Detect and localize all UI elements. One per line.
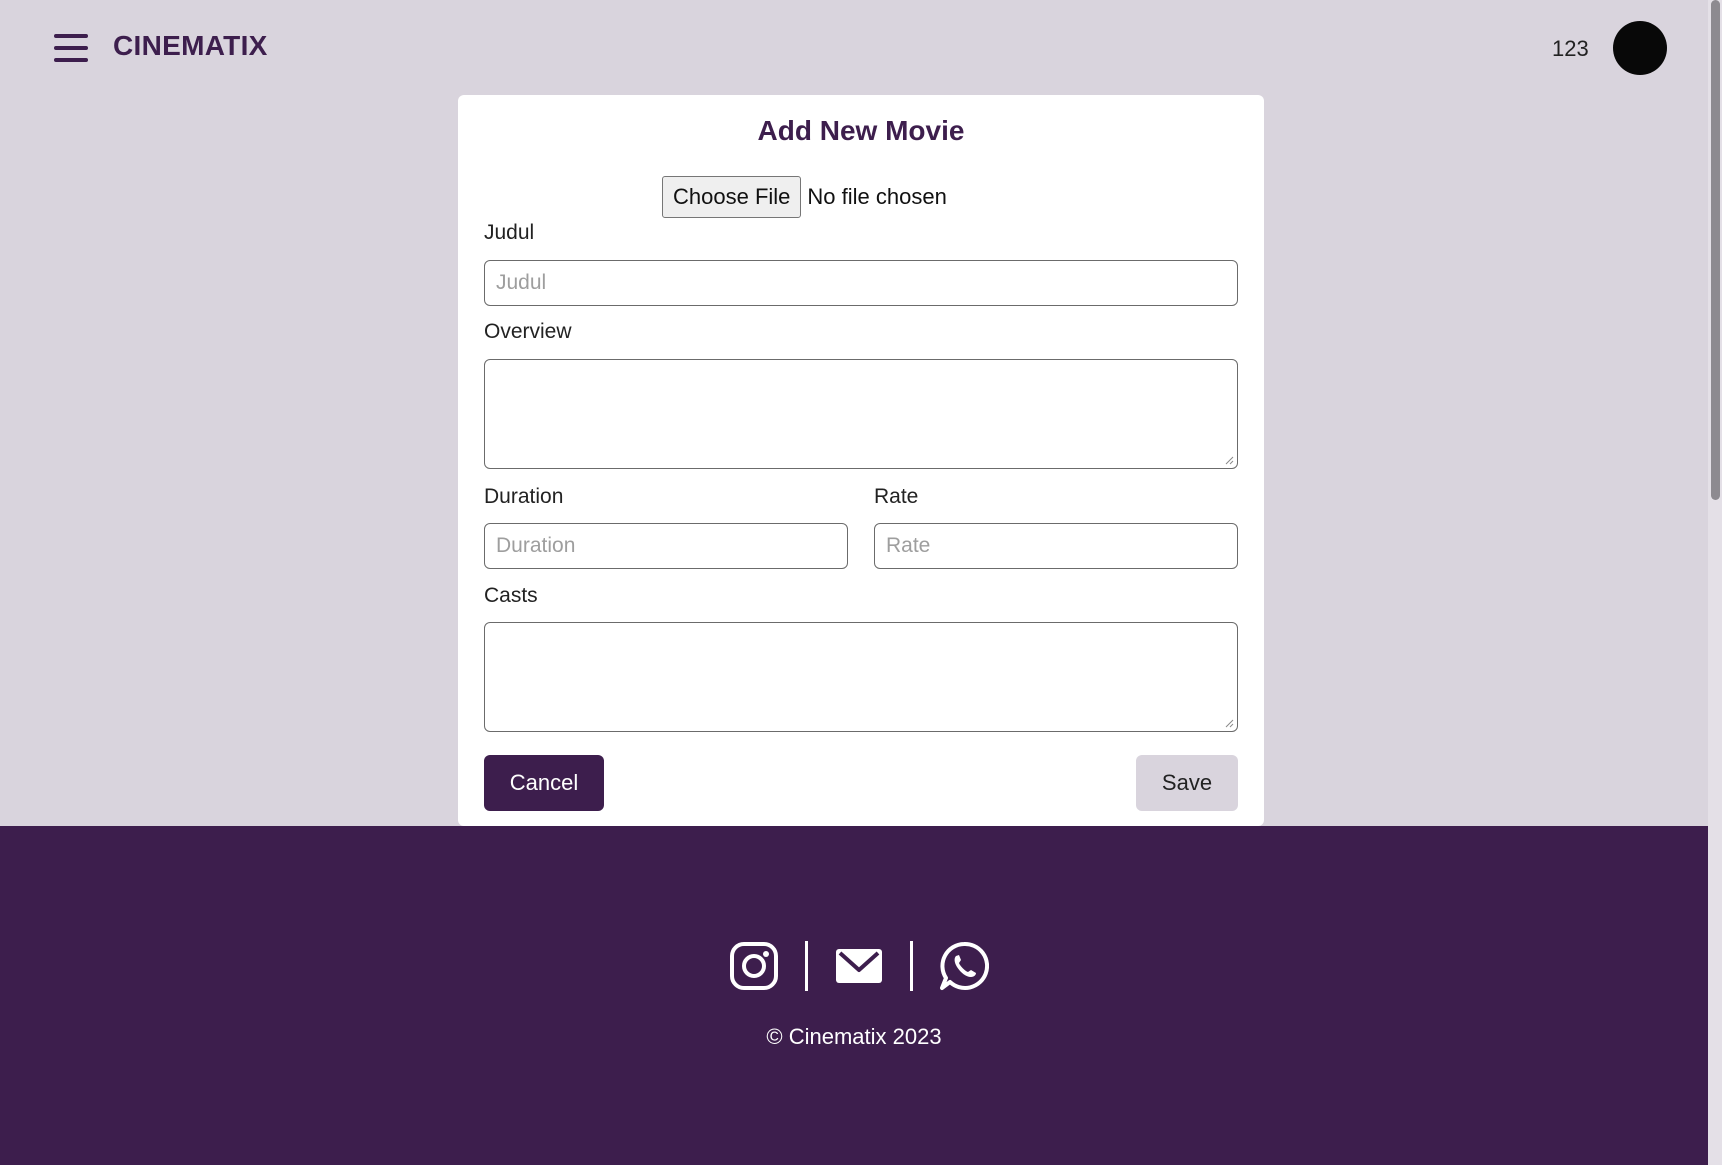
- instagram-icon[interactable]: [728, 940, 780, 992]
- hamburger-line: [54, 46, 88, 50]
- whatsapp-icon[interactable]: [938, 940, 990, 992]
- user-avatar[interactable]: [1613, 21, 1667, 75]
- copyright-text: © Cinematix 2023: [766, 1024, 942, 1049]
- cancel-button[interactable]: Cancel: [484, 755, 604, 811]
- judul-input[interactable]: [484, 260, 1238, 306]
- page-scrollbar[interactable]: [1708, 0, 1722, 1165]
- judul-label: Judul: [484, 221, 535, 244]
- add-movie-form-card: Add New Movie Choose File No file chosen…: [458, 95, 1264, 826]
- duration-input[interactable]: [484, 523, 848, 569]
- resize-grip-icon[interactable]: [1225, 456, 1234, 465]
- footer-divider: [910, 941, 913, 991]
- rate-label: Rate: [874, 485, 919, 508]
- mail-icon[interactable]: [833, 940, 885, 992]
- top-navbar: CINEMATIX 123: [0, 0, 1708, 96]
- choose-file-button[interactable]: Choose File: [662, 176, 802, 218]
- overview-textarea[interactable]: [484, 359, 1238, 469]
- footer: © Cinematix 2023: [0, 826, 1708, 1165]
- form-title: Add New Movie: [757, 115, 965, 146]
- overview-label: Overview: [484, 320, 572, 343]
- save-button[interactable]: Save: [1136, 755, 1238, 811]
- hamburger-menu-icon[interactable]: [54, 34, 88, 62]
- scrollbar-thumb[interactable]: [1711, 0, 1720, 500]
- footer-divider: [805, 941, 808, 991]
- rate-input[interactable]: [874, 523, 1238, 569]
- resize-grip-icon[interactable]: [1225, 719, 1234, 728]
- hamburger-line: [54, 58, 88, 62]
- hamburger-line: [54, 34, 88, 38]
- duration-label: Duration: [484, 485, 564, 508]
- social-links: [728, 940, 990, 992]
- file-status-text: No file chosen: [807, 184, 947, 209]
- user-id-label: 123: [1552, 36, 1589, 61]
- file-upload-field: Choose File No file chosen: [662, 176, 947, 218]
- casts-textarea[interactable]: [484, 622, 1238, 732]
- brand-logo-text[interactable]: CINEMATIX: [113, 30, 268, 62]
- casts-label: Casts: [484, 584, 538, 607]
